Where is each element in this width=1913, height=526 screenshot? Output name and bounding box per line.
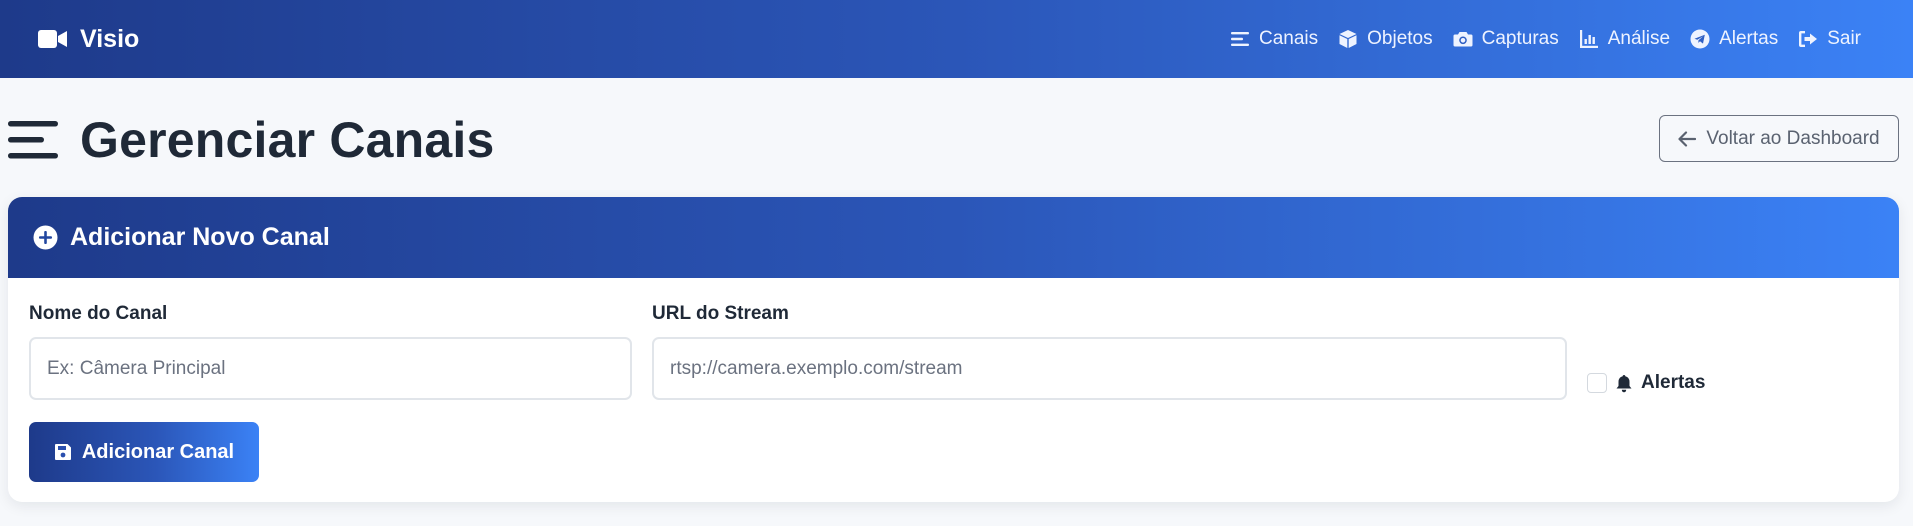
brand-name: Visio [80, 24, 140, 53]
back-to-dashboard-button[interactable]: Voltar ao Dashboard [1659, 115, 1899, 162]
back-button-label: Voltar ao Dashboard [1706, 127, 1880, 149]
nav-link-capturas[interactable]: Capturas [1453, 28, 1559, 50]
alerts-checkbox-group: Alertas [1587, 372, 1705, 394]
list-icon [1230, 32, 1249, 46]
add-channel-button[interactable]: Adicionar Canal [29, 422, 259, 482]
page-title: Gerenciar Canais [80, 111, 495, 168]
nav-link-canais[interactable]: Canais [1230, 28, 1318, 50]
chart-icon [1579, 30, 1598, 48]
add-channel-card: Adicionar Novo Canal Nome do Canal URL d… [8, 197, 1899, 502]
nav-link-label: Análise [1607, 28, 1671, 49]
nav-links: Canais Objetos Capturas Análise Alertas … [1230, 0, 1861, 78]
stream-url-input[interactable] [652, 337, 1567, 400]
stream-url-label: URL do Stream [652, 303, 789, 324]
nav-link-label: Alertas [1719, 28, 1779, 49]
sign-out-icon [1799, 31, 1818, 47]
top-navbar: Visio Canais Objetos Capturas Análise Al… [0, 0, 1913, 78]
channel-name-label: Nome do Canal [29, 303, 168, 324]
nav-link-analise[interactable]: Análise [1579, 28, 1670, 50]
nav-link-label: Objetos [1367, 28, 1433, 49]
channel-name-input[interactable] [29, 337, 632, 400]
cube-icon [1339, 30, 1357, 48]
alerts-label: Alertas [1641, 372, 1706, 393]
nav-link-label: Canais [1258, 28, 1319, 49]
page-header: Gerenciar Canais [8, 111, 495, 168]
camera-icon [1453, 32, 1473, 47]
nav-link-objetos[interactable]: Objetos [1338, 28, 1433, 50]
nav-link-label: Sair [1827, 28, 1861, 49]
card-header: Adicionar Novo Canal [8, 197, 1899, 278]
card-title: Adicionar Novo Canal [70, 223, 330, 251]
nav-link-alertas[interactable]: Alertas [1690, 28, 1778, 50]
telegram-icon [1690, 29, 1710, 49]
nav-link-sair[interactable]: Sair [1798, 28, 1861, 50]
alerts-checkbox[interactable] [1587, 373, 1607, 393]
bars-icon [8, 120, 58, 158]
video-camera-icon [38, 30, 67, 48]
save-icon [54, 444, 71, 460]
plus-circle-icon [33, 225, 58, 250]
bell-icon [1616, 374, 1632, 392]
add-channel-button-label: Adicionar Canal [81, 440, 235, 463]
arrow-left-icon [1678, 130, 1697, 147]
brand-link[interactable]: Visio [38, 0, 139, 78]
nav-link-label: Capturas [1481, 28, 1559, 49]
